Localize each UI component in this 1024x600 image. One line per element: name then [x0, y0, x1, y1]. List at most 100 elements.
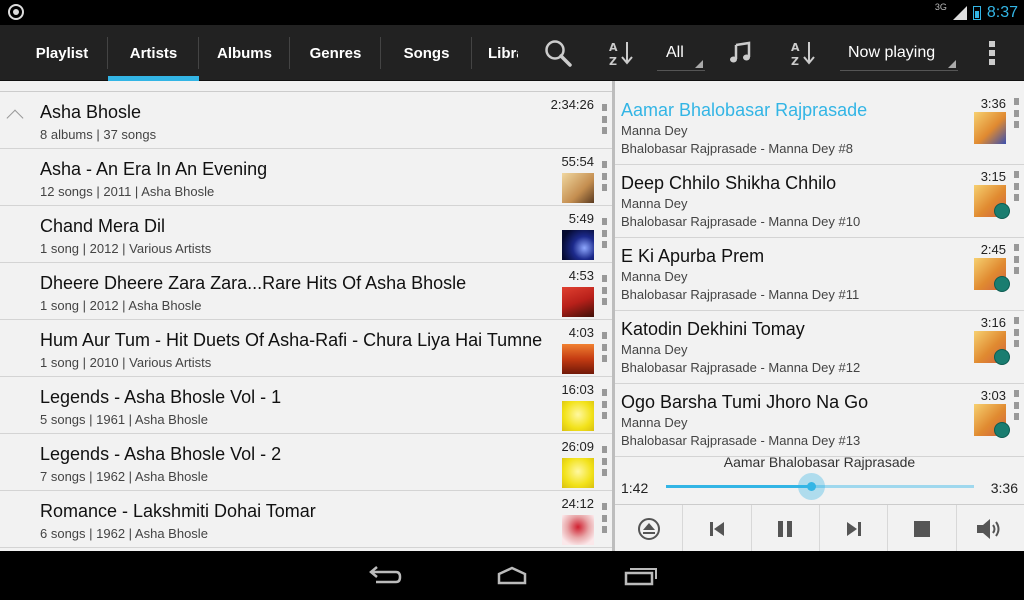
song-album: Bhalobasar Rajprasade - Manna Dey #12 [621, 360, 861, 375]
album-title: Romance - Lakshmiti Dohai Tomar [40, 501, 316, 521]
album-duration: 16:03 [561, 382, 594, 397]
collapse-chevron-icon[interactable] [6, 109, 24, 127]
pause-button[interactable] [752, 505, 820, 551]
sort-left-button[interactable]: A Z [604, 25, 638, 81]
previous-button[interactable] [683, 505, 752, 551]
volume-button[interactable] [957, 505, 1024, 551]
filter-dropdown[interactable]: All [657, 35, 705, 71]
album-art [562, 458, 594, 488]
search-button[interactable] [538, 25, 578, 81]
recent-apps-button[interactable] [620, 561, 660, 591]
view-dropdown[interactable]: Now playing [840, 35, 958, 71]
eject-button[interactable] [615, 505, 684, 551]
row-menu-icon[interactable] [1014, 390, 1020, 420]
album-title: Legends - Asha Bhosle Vol - 1 [40, 387, 282, 407]
album-art [562, 344, 594, 374]
album-row[interactable]: Romance - Lakshmiti Dohai Tomar 6 songs … [0, 491, 612, 548]
row-menu-icon[interactable] [602, 161, 608, 191]
album-info: 1 song | 2012 | Various Artists [40, 241, 212, 256]
song-duration: 2:45 [980, 242, 1006, 257]
song-duration: 3:03 [980, 388, 1006, 403]
artist-album-list[interactable]: Asha Bhosle 8 albums | 37 songs 2:34:26 … [0, 81, 612, 551]
seek-thumb[interactable] [797, 473, 825, 500]
row-menu-icon[interactable] [602, 104, 608, 134]
album-row[interactable]: Asha - An Era In An Evening 12 songs | 2… [0, 149, 612, 206]
song-artist: Manna Dey [621, 415, 688, 430]
action-bar: Playlist Artists Albums Genres Songs Lib… [0, 25, 1024, 81]
album-duration: 5:49 [568, 211, 594, 226]
skip-previous-icon [709, 521, 724, 536]
now-playing-title: Aamar Bhalobasar Rajprasade [723, 454, 916, 470]
row-menu-icon[interactable] [1014, 317, 1020, 347]
tab-playlist[interactable]: Playlist [16, 25, 108, 81]
eject-icon [637, 517, 660, 540]
album-art [562, 173, 594, 203]
queue-item[interactable]: E Ki Apurba Prem Manna Dey Bhalobasar Ra… [615, 238, 1024, 311]
album-info: 12 songs | 2011 | Asha Bhosle [40, 184, 215, 199]
song-album: Bhalobasar Rajprasade - Manna Dey #10 [621, 214, 861, 229]
song-artist: Manna Dey [621, 123, 688, 138]
row-menu-icon[interactable] [602, 332, 608, 362]
song-album: Bhalobasar Rajprasade - Manna Dey #11 [621, 287, 860, 302]
tab-library[interactable]: Libra [472, 25, 518, 81]
album-row[interactable]: Legends - Asha Bhosle Vol - 2 7 songs | … [0, 434, 612, 491]
tab-songs[interactable]: Songs [381, 25, 472, 81]
row-menu-icon[interactable] [602, 503, 608, 533]
status-bar: 3G 8:37 [0, 0, 1024, 25]
queue-item[interactable]: Deep Chhilo Shikha Chhilo Manna Dey Bhal… [615, 165, 1024, 238]
row-menu-icon[interactable] [1014, 98, 1020, 128]
music-button[interactable] [724, 25, 756, 81]
album-row[interactable]: Legends - Asha Bhosle Vol - 1 5 songs | … [0, 377, 612, 434]
status-icons: 3G 8:37 [935, 2, 1018, 24]
album-row[interactable]: Dheere Dheere Zara Zara...Rare Hits Of A… [0, 263, 612, 320]
streaming-icon [994, 422, 1010, 438]
tab-label: Songs [403, 44, 450, 62]
row-menu-icon[interactable] [602, 389, 608, 419]
album-duration: 26:09 [561, 439, 594, 454]
sort-right-button[interactable]: A Z [786, 25, 820, 81]
svg-text:Z: Z [609, 55, 617, 68]
battery-icon [972, 6, 981, 20]
network-type: 3G [934, 2, 947, 12]
search-icon [545, 40, 572, 67]
album-row[interactable]: Hum Aur Tum - Hit Duets Of Asha-Rafi - C… [0, 320, 612, 377]
tab-genres[interactable]: Genres [290, 25, 381, 81]
row-menu-icon[interactable] [602, 275, 608, 305]
media-notification-icon [8, 4, 24, 20]
song-title: Aamar Bhalobasar Rajprasade [621, 100, 868, 120]
filter-value: All [666, 44, 684, 61]
row-menu-icon[interactable] [1014, 171, 1020, 201]
tab-artists[interactable]: Artists [108, 25, 199, 81]
queue-item[interactable]: Aamar Bhalobasar Rajprasade Manna Dey Bh… [615, 92, 1024, 165]
artist-group-row[interactable]: Asha Bhosle 8 albums | 37 songs 2:34:26 [0, 92, 612, 149]
sort-az-icon: A Z [609, 41, 633, 68]
home-button[interactable] [492, 561, 532, 591]
album-info: 1 song | 2012 | Asha Bhosle [40, 298, 202, 313]
view-value: Now playing [848, 44, 936, 61]
stop-button[interactable] [888, 505, 957, 551]
album-duration: 55:54 [561, 154, 594, 169]
tab-albums[interactable]: Albums [199, 25, 290, 81]
album-title: Chand Mera Dil [40, 216, 166, 236]
row-menu-icon[interactable] [602, 446, 608, 476]
seek-bar[interactable] [666, 473, 974, 500]
row-menu-icon[interactable] [1014, 244, 1020, 274]
album-duration: 4:03 [568, 325, 594, 340]
album-row[interactable]: Chand Mera Dil 1 song | 2012 | Various A… [0, 206, 612, 263]
album-art [974, 112, 1006, 144]
elapsed-time: 1:42 [621, 480, 649, 496]
album-title: Dheere Dheere Zara Zara...Rare Hits Of A… [40, 273, 467, 293]
artist-summary: 8 albums | 37 songs [40, 127, 157, 142]
overflow-menu-button[interactable] [978, 25, 1006, 81]
song-artist: Manna Dey [621, 196, 688, 211]
row-menu-icon[interactable] [602, 218, 608, 248]
back-button[interactable] [364, 561, 404, 591]
queue-item[interactable]: Katodin Dekhini Tomay Manna Dey Bhalobas… [615, 311, 1024, 384]
album-art [562, 515, 594, 545]
next-button[interactable] [820, 505, 889, 551]
svg-text:Z: Z [791, 55, 799, 68]
queue-item[interactable]: Ogo Barsha Tumi Jhoro Na Go Manna Dey Bh… [615, 384, 1024, 457]
streaming-icon [994, 276, 1010, 292]
album-title: Legends - Asha Bhosle Vol - 2 [40, 444, 282, 464]
tab-label: Albums [216, 44, 272, 62]
